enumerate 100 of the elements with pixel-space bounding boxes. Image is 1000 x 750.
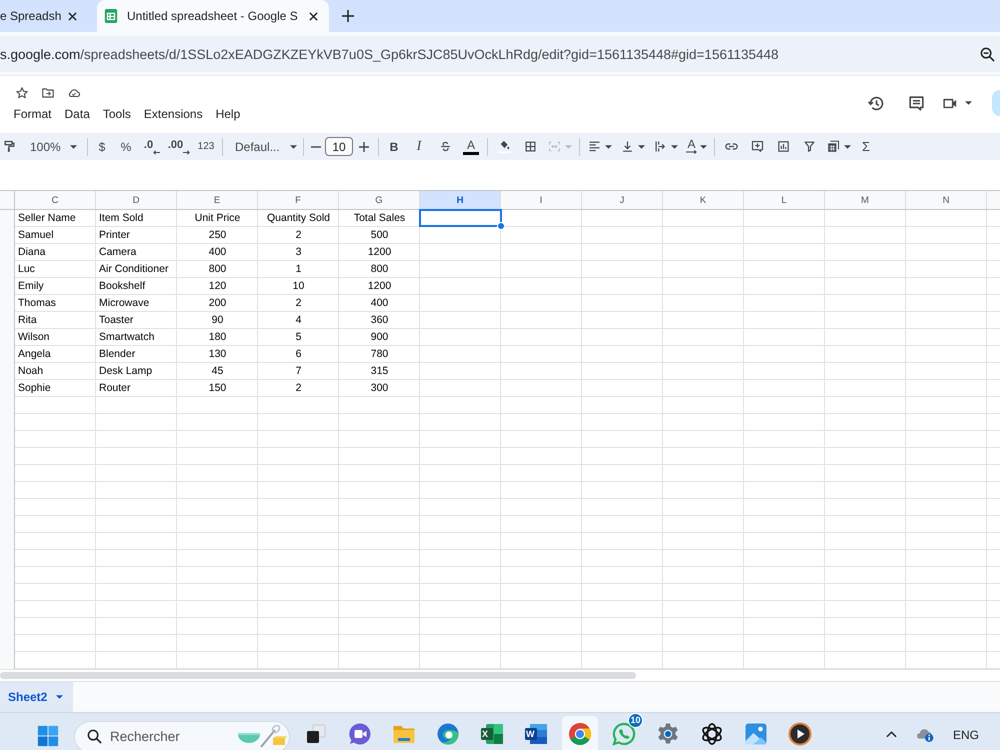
bowl-whisk-icon [237,724,287,748]
caret-icon [965,101,972,105]
table-cell: 90 [212,313,224,327]
table-cell: 400 [208,245,226,259]
table-cell: 130 [208,347,226,361]
column-header[interactable]: D [96,191,177,209]
scrollbar-thumb[interactable] [0,672,636,679]
table-cell: 800 [370,262,388,276]
filter-icon [802,139,816,154]
close-icon[interactable] [309,12,318,20]
search-box[interactable]: Rechercher [74,720,290,750]
column-header[interactable]: F [258,191,339,209]
caret-icon [605,144,612,148]
menu-item[interactable]: Extensions [137,105,210,123]
bold-button[interactable]: B [382,134,406,158]
table-cell: Diana [18,245,46,259]
table-cell: 250 [208,228,226,242]
table-cell: 6 [296,347,302,361]
table-cell: 1200 [368,245,392,259]
magnifier-icon[interactable] [980,46,995,62]
column-header[interactable]: C [14,191,96,209]
column-header[interactable]: M [825,191,906,209]
currency-button[interactable]: $ [91,134,113,158]
column-header[interactable]: H [420,191,501,209]
swirl-logo-icon [436,722,460,746]
table-cell: 7 [296,364,302,378]
tab-title: e Spreadsh [0,9,62,23]
wrap-arrow-icon [653,139,668,154]
text-color-button[interactable]: A [458,134,484,158]
caret-icon [70,144,77,148]
text-rotation-button[interactable]: A [682,134,711,158]
table-cell: 1200 [368,279,392,293]
table-cell: Emily [18,279,44,293]
menu-item[interactable]: Tools [96,105,138,123]
plus-icon[interactable] [342,10,354,22]
atom-icon [700,722,724,746]
column-header[interactable]: I [501,191,582,209]
functions-button[interactable]: Σ [855,134,877,158]
table-cell: 400 [370,296,388,310]
taskbar-app-button[interactable]: 10 [606,716,642,750]
column-header[interactable]: K [663,191,744,209]
taskbar-app-button[interactable]: W [518,716,554,750]
windows-logo-icon [37,724,59,746]
zoom-dropdown[interactable]: 100% [18,134,84,158]
menu-item[interactable]: Format [7,105,58,123]
column-header[interactable]: L [744,191,825,209]
play-icon [788,722,812,746]
table-cell: Unit Price [194,211,240,225]
table-cell: Microwave [99,296,150,310]
gear-icon [656,722,680,746]
language-indicator[interactable]: ENG [952,728,979,742]
menu-item[interactable]: Data [58,105,96,123]
table-cell: Camera [99,245,136,259]
grid-tile-icon [104,8,118,24]
borders-icon [522,139,538,154]
browser-tab[interactable]: e Spreadsh [0,0,92,32]
browser-tab[interactable]: Untitled spreadsheet - Google S [97,0,329,32]
table-cell: 3 [296,245,302,259]
table-cell: Seller Name [18,211,76,225]
phone-bubble-icon [612,722,636,746]
folder-icon[interactable] [41,86,55,100]
table-cell: Quantity Sold [266,211,330,225]
tile-letter: X [482,728,488,738]
number-format-button[interactable]: 123 [193,134,219,158]
align-bottom-icon [620,139,635,154]
font-dropdown[interactable]: Defaul... [226,134,300,158]
table-cell: Smartwatch [99,330,154,344]
increase-decimal-button[interactable]: .00 [165,134,193,158]
table-cell: 500 [370,228,388,242]
search-field[interactable]: Rechercher [110,729,237,744]
table-cell: Wilson [18,330,50,344]
table-cell: Noah [18,364,44,378]
address-bar[interactable]: s.google.com/spreadsheets/d/1SSLo2xEADGZKZEYkVB7u0S_Gp6krSJC85UvOckLhRdg/edit?gid=1561135448#gid=1561135448 [0,36,1000,72]
menu-item[interactable]: Help [209,105,247,123]
table-cell: 120 [208,279,226,293]
table-cell: Desk Lamp [99,364,152,378]
decrease-decimal-button[interactable]: .0 [139,134,165,158]
column-header[interactable]: N [906,191,987,209]
table-cell: Thomas [18,296,56,310]
spreadsheet-tile-icon [480,722,504,746]
taskbar-app-button[interactable]: X [474,716,510,750]
caret-icon [844,144,851,148]
star-icon[interactable] [15,86,29,100]
table-cell: 4 [296,313,302,327]
column-header[interactable]: E [177,191,258,209]
left-arrow-icon [153,150,160,154]
tab-title: Untitled spreadsheet - Google S [127,9,299,23]
cloud-info-icon[interactable] [914,726,935,743]
merge-icon [547,139,562,154]
table-cell: Printer [99,228,130,242]
font-size-field[interactable]: 10 [325,137,353,156]
italic-button[interactable]: I [406,134,432,158]
fill-handle[interactable] [497,222,505,230]
table-cell: 2 [296,228,302,242]
column-header[interactable]: J [582,191,663,209]
percent-button[interactable]: % [113,134,139,158]
close-icon[interactable] [68,12,77,20]
selected-cell-outline[interactable] [419,209,502,227]
table-cell: 150 [208,381,226,395]
sheet-tab[interactable]: Sheet2 [0,682,73,712]
